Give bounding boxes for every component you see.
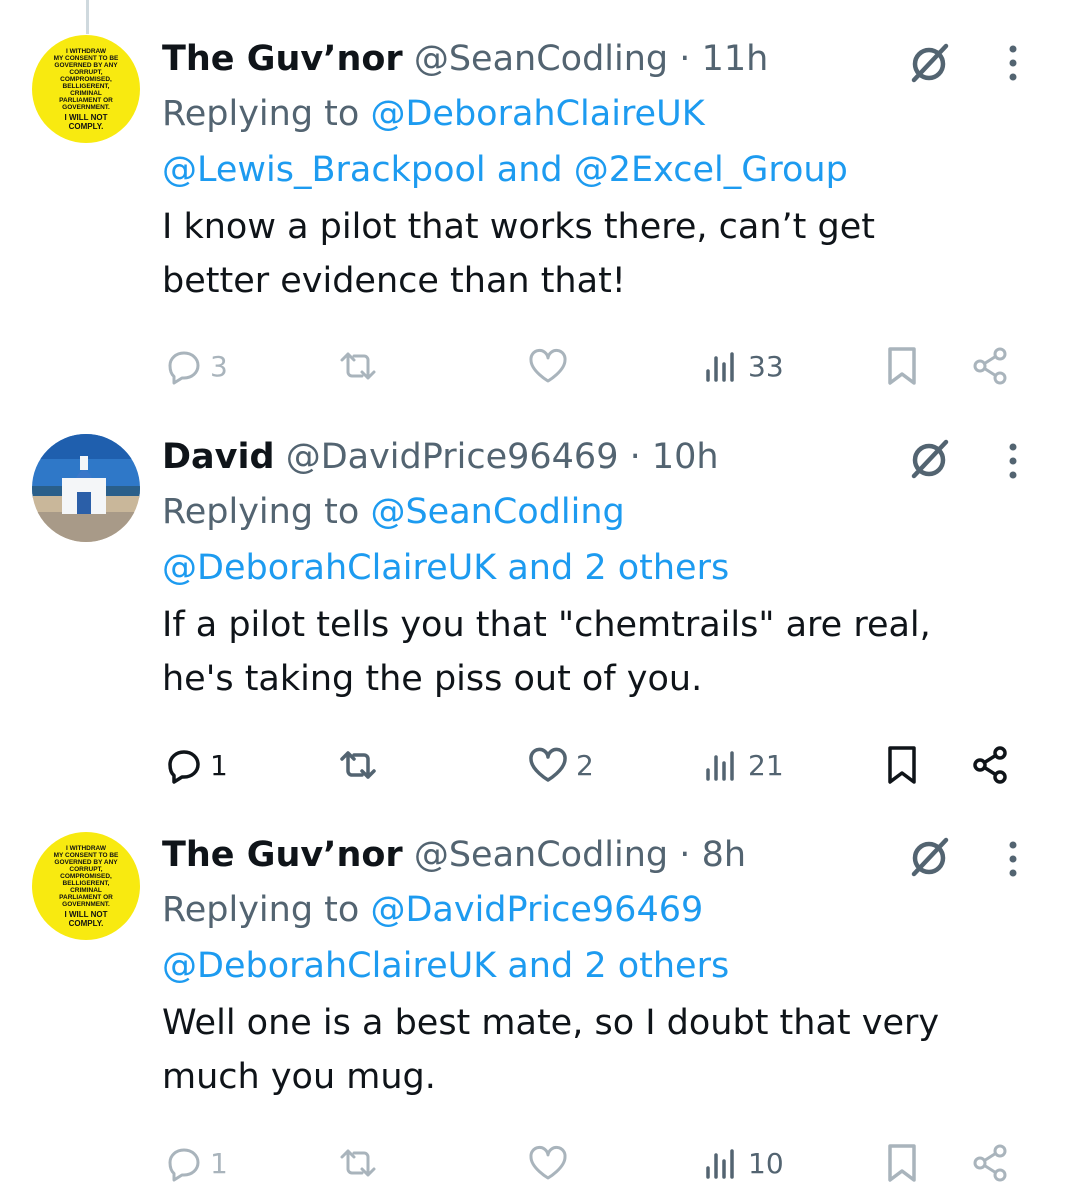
display-name[interactable]: The Guv’nor [162,39,403,79]
bookmark-button[interactable] [882,740,922,790]
timestamp[interactable]: 8h [702,835,746,875]
mention-link[interactable]: @Lewis_Brackpool [162,150,486,190]
reply-button[interactable]: 1 [164,1138,228,1188]
share-button[interactable] [968,740,1012,790]
share-icon [973,347,1007,385]
reply-icon [168,750,200,784]
user-handle[interactable]: @SeanCodling [414,835,668,875]
avatar[interactable] [32,434,140,542]
retweet-button[interactable] [338,1138,384,1188]
avatar[interactable]: I WITHDRAW MY CONSENT TO BE GOVERNED BY … [32,35,140,143]
views-button[interactable]: 21 [702,740,784,790]
display-name[interactable]: David [162,437,275,477]
replying-to-label: Replying to [162,890,360,930]
views-icon [706,1149,734,1179]
reply-count: 1 [210,1146,228,1180]
avatar-image [32,434,140,542]
replying-to-label: Replying to [162,492,360,532]
views-count: 10 [748,1146,784,1180]
retweet-button[interactable] [338,341,384,391]
views-icon [706,751,734,781]
thread-connector [86,0,89,34]
reply-icon [168,351,200,385]
separator: · [629,437,641,477]
mention-link[interactable]: @SeanCodling [370,492,624,532]
retweet-icon [340,751,376,779]
bookmark-icon [888,746,916,784]
mention-and: and [496,150,563,190]
tweet-content: David @DavidPrice96469 · 10h Replying to… [162,436,992,706]
grok-icon[interactable] [902,432,956,486]
bookmark-icon [888,347,916,385]
avatar-text: I WITHDRAW MY CONSENT TO BE GOVERNED BY … [53,47,119,111]
grok-icon[interactable] [902,36,956,90]
views-button[interactable]: 33 [702,341,784,391]
tweet-content: The Guv’nor @SeanCodling · 11h Replying … [162,38,992,308]
like-icon [529,349,567,383]
reply-count: 1 [210,748,228,782]
tweet-header: David @DavidPrice96469 · 10h [162,436,992,478]
tweet-header: The Guv’nor @SeanCodling · 8h [162,834,992,876]
retweet-button[interactable] [338,740,384,790]
like-button[interactable] [526,1138,576,1188]
tweet-actions: 1 2 21 [160,740,1040,790]
mention-link[interactable]: @2Excel_Group [574,150,848,190]
more-icon[interactable] [998,832,1028,886]
retweet-icon [340,1149,376,1177]
mention-link[interactable]: @DeborahClaireUK [162,548,496,588]
tweet-text: If a pilot tells you that "chemtrails" a… [162,605,931,699]
views-button[interactable]: 10 [702,1138,784,1188]
replying-to: Replying to @DavidPrice96469 @DeborahCla… [162,882,992,994]
mention-link[interactable]: @DavidPrice96469 [370,890,703,930]
separator: · [679,835,691,875]
bookmark-icon [888,1144,916,1182]
replying-to: Replying to @DeborahClaireUK @Lewis_Brac… [162,86,992,198]
views-count: 21 [748,748,784,782]
tweet-text: Well one is a best mate, so I doubt that… [162,1003,940,1097]
reply-icon [168,1148,200,1182]
bookmark-button[interactable] [882,1138,922,1188]
avatar-footer: I WILL NOT COMPLY. [64,112,108,131]
more-icon[interactable] [998,434,1028,488]
tweet-content: The Guv’nor @SeanCodling · 8h Replying t… [162,834,992,1104]
display-name[interactable]: The Guv’nor [162,835,403,875]
timestamp[interactable]: 11h [702,39,769,79]
tweet-text: I know a pilot that works there, can’t g… [162,207,875,301]
bookmark-button[interactable] [882,341,922,391]
avatar-footer: I WILL NOT COMPLY. [64,909,108,928]
share-button[interactable] [968,1138,1012,1188]
like-icon [529,1146,567,1180]
user-handle[interactable]: @DavidPrice96469 [286,437,619,477]
retweet-icon [340,352,376,380]
share-icon [973,1144,1007,1182]
replying-to: Replying to @SeanCodling @DeborahClaireU… [162,484,992,596]
avatar[interactable]: I WITHDRAW MY CONSENT TO BE GOVERNED BY … [32,832,140,940]
like-icon [529,747,567,782]
reply-button[interactable]: 1 [164,740,228,790]
share-button[interactable] [968,341,1012,391]
like-count: 2 [576,748,594,782]
views-icon [706,352,734,382]
mention-link[interactable]: @DeborahClaireUK [162,946,496,986]
replying-to-label: Replying to [162,94,360,134]
mention-others-link[interactable]: and 2 others [507,548,729,588]
user-handle[interactable]: @SeanCodling [414,39,668,79]
tweet-actions: 3 33 [160,341,1040,391]
tweet-actions: 1 10 [160,1138,1040,1188]
share-icon [973,746,1007,784]
grok-icon[interactable] [902,830,956,884]
separator: · [679,39,691,79]
reply-button[interactable]: 3 [164,341,228,391]
like-button[interactable] [526,341,576,391]
tweet-header: The Guv’nor @SeanCodling · 11h [162,38,992,80]
mention-others-link[interactable]: and 2 others [507,946,729,986]
timestamp[interactable]: 10h [652,437,719,477]
avatar-text: I WITHDRAW MY CONSENT TO BE GOVERNED BY … [53,844,119,908]
reply-count: 3 [210,349,228,383]
more-icon[interactable] [998,36,1028,90]
like-button[interactable]: 2 [526,740,594,790]
views-count: 33 [748,349,784,383]
mention-link[interactable]: @DeborahClaireUK [370,94,704,134]
